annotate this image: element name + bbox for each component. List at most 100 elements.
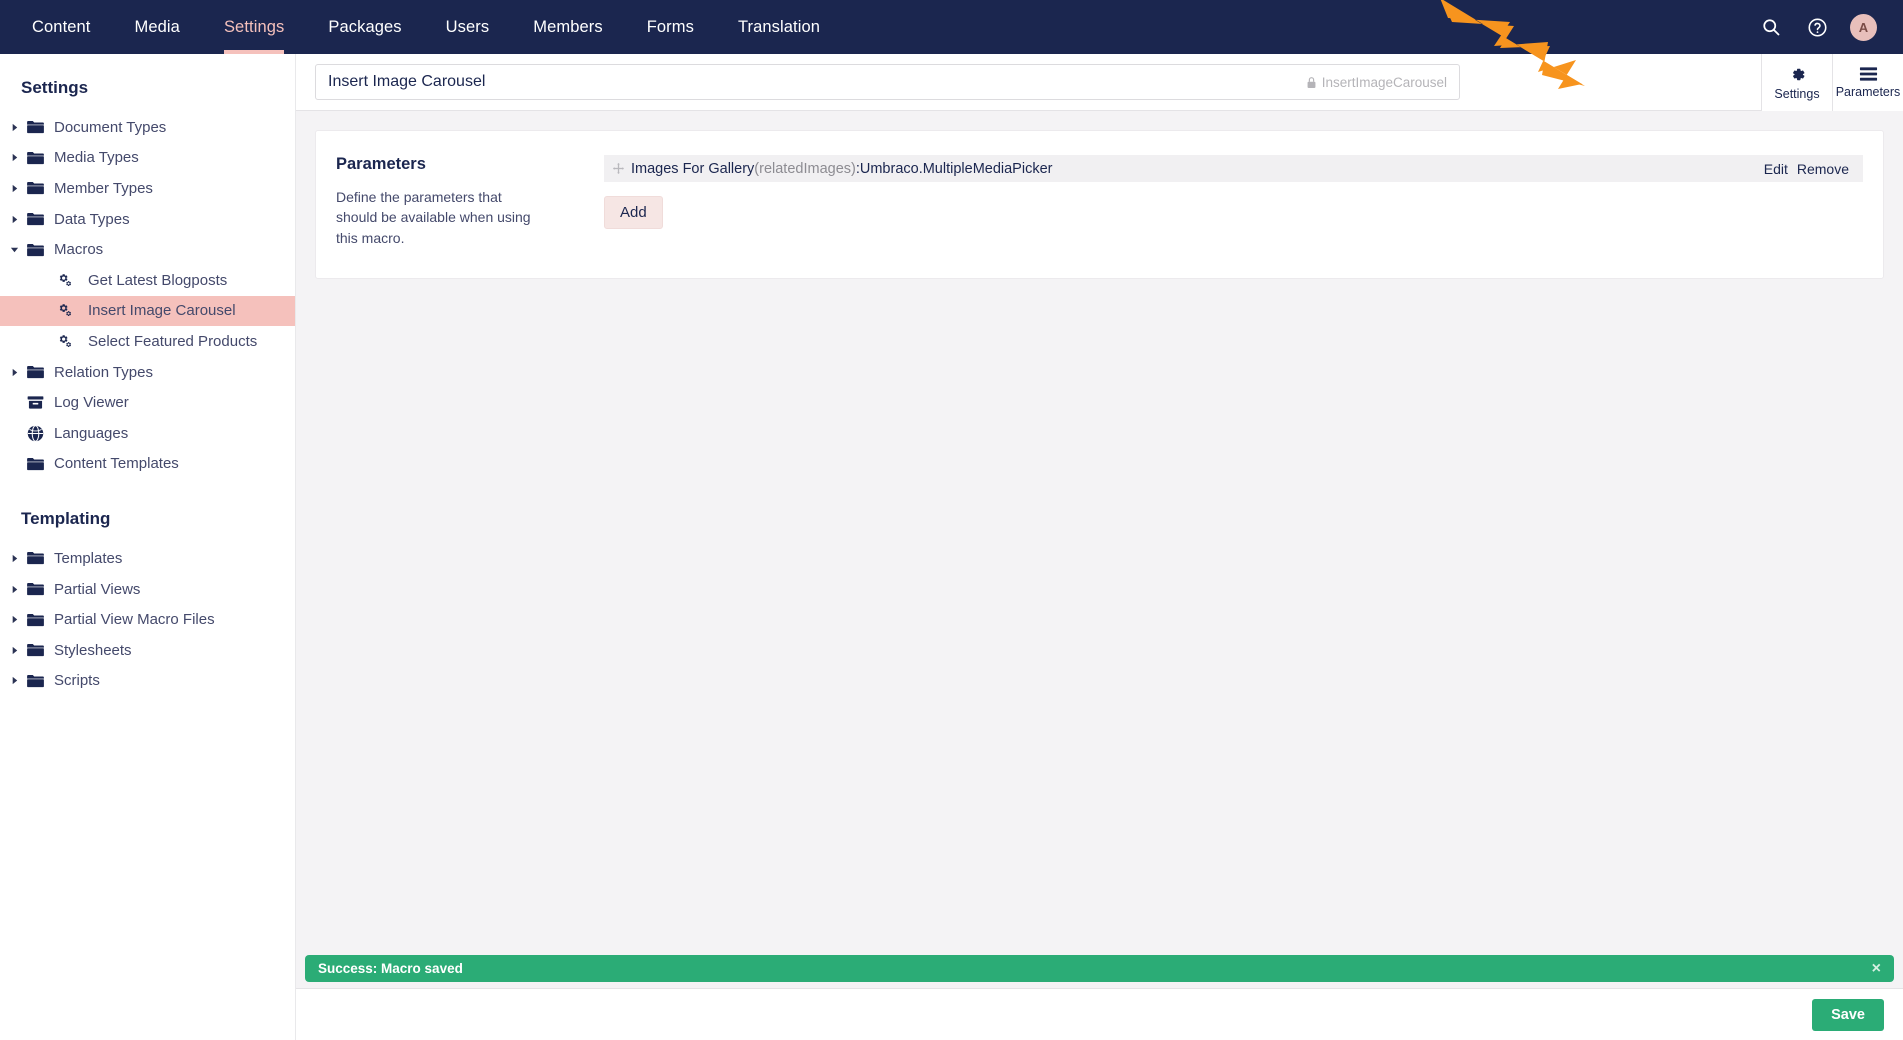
lock-icon [1306,76,1317,89]
folder-icon [22,243,48,257]
sidebar-item-log-viewer[interactable]: Log Viewer [0,387,295,418]
nav-item-packages[interactable]: Packages [306,0,423,54]
folder-icon [22,613,48,627]
sidebar-item-label: Media Types [54,149,139,166]
sidebar-item-label: Member Types [54,180,153,197]
drag-handle-icon[interactable] [613,163,624,174]
nav-item-forms[interactable]: Forms [625,0,716,54]
folder-icon [22,120,48,134]
tab-parameters-label: Parameters [1836,85,1901,99]
chevron-right-icon[interactable] [6,581,22,597]
chevron-right-icon[interactable] [6,642,22,658]
top-nav-right: A [1758,0,1903,54]
nav-item-content[interactable]: Content [10,0,113,54]
sidebar-item-partial-view-macro-files[interactable]: Partial View Macro Files [0,604,295,635]
parameters-card: Parameters Define the parameters that sh… [315,130,1884,279]
parameter-editor: Umbraco.MultipleMediaPicker [860,161,1053,177]
hamburger-icon [1859,66,1878,82]
nav-item-settings[interactable]: Settings [202,0,306,54]
parameters-card-left: Parameters Define the parameters that sh… [336,153,604,248]
log-icon [22,395,48,410]
folder-icon [22,457,48,471]
sidebar-item-languages[interactable]: Languages [0,418,295,449]
folder-icon [22,551,48,565]
avatar[interactable]: A [1850,14,1877,41]
tab-parameters[interactable]: Parameters [1832,54,1903,111]
success-notification: Success: Macro saved × [305,955,1894,982]
chevron-right-icon[interactable] [6,211,22,227]
tab-settings[interactable]: Settings [1761,54,1832,111]
footer-bar: Save [296,988,1903,1040]
sidebar-item-get-latest-blogposts[interactable]: Get Latest Blogposts [0,265,295,296]
edit-parameter-link[interactable]: Edit [1764,161,1788,177]
editor-tabs: Settings Parameters [1761,54,1903,111]
chevron-right-icon[interactable] [6,119,22,135]
remove-parameter-link[interactable]: Remove [1797,161,1849,177]
sidebar-item-label: Insert Image Carousel [88,302,236,319]
top-nav-items: ContentMediaSettingsPackagesUsersMembers… [10,0,842,54]
sidebar-item-content-templates[interactable]: Content Templates [0,449,295,480]
sidebar-item-label: Document Types [54,119,166,136]
parameter-name: Images For Gallery [631,161,754,177]
sidebar-item-stylesheets[interactable]: Stylesheets [0,635,295,666]
add-parameter-button[interactable]: Add [604,196,663,229]
folder-icon [22,212,48,226]
chevron-right-icon[interactable] [6,550,22,566]
nav-item-users[interactable]: Users [424,0,512,54]
top-navigation: ContentMediaSettingsPackagesUsersMembers… [0,0,1903,54]
sidebar-item-label: Partial Views [54,581,140,598]
chevron-right-icon[interactable] [6,673,22,689]
umbraco-backoffice: ContentMediaSettingsPackagesUsersMembers… [0,0,1903,1040]
save-button[interactable]: Save [1812,999,1884,1031]
help-icon[interactable] [1804,14,1830,40]
sidebar-item-scripts[interactable]: Scripts [0,666,295,697]
chevron-right-icon[interactable] [6,150,22,166]
sidebar-item-media-types[interactable]: Media Types [0,143,295,174]
macro-alias: InsertImageCarousel [1306,75,1447,90]
sidebar-item-label: Content Templates [54,455,179,472]
nav-item-media[interactable]: Media [113,0,202,54]
folder-icon [22,582,48,596]
chevron-right-icon[interactable] [6,612,22,628]
folder-icon [22,365,48,379]
close-icon[interactable]: × [1872,961,1881,977]
sidebar-item-insert-image-carousel[interactable]: Insert Image Carousel [0,296,295,327]
sidebar-item-label: Data Types [54,211,130,228]
sidebar-item-document-types[interactable]: Document Types [0,112,295,143]
parameter-list: Images For Gallery (relatedImages): Umbr… [604,155,1863,182]
sidebar-item-partial-views[interactable]: Partial Views [0,574,295,605]
nav-item-translation[interactable]: Translation [716,0,842,54]
sidebar-item-templates[interactable]: Templates [0,543,295,574]
parameter-alias: (relatedImages) [754,161,856,177]
chevron-right-icon[interactable] [6,364,22,380]
parameter-actions: Edit Remove [1764,161,1849,177]
sidebar-item-label: Languages [54,425,128,442]
nav-item-members[interactable]: Members [511,0,624,54]
sidebar: Settings Document Types Media Types Member… [0,54,296,1040]
macro-alias-text: InsertImageCarousel [1322,75,1447,90]
sidebar-item-label: Get Latest Blogposts [88,272,227,289]
sidebar-title: Settings [0,54,295,112]
folder-icon [22,181,48,195]
gear-icon [1788,65,1807,84]
sidebar-item-data-types[interactable]: Data Types [0,204,295,235]
chevron-right-icon[interactable] [6,180,22,196]
sidebar-item-label: Log Viewer [54,394,129,411]
search-icon[interactable] [1758,14,1784,40]
parameters-title: Parameters [336,155,604,174]
chevron-down-icon[interactable] [6,242,22,258]
macro-name-field[interactable]: InsertImageCarousel [315,64,1460,100]
templating-section-title: Templating [0,479,295,543]
macro-icon [52,273,78,288]
parameter-row[interactable]: Images For Gallery (relatedImages): Umbr… [604,155,1863,182]
notification-message: Success: Macro saved [318,961,463,976]
macro-name-input[interactable] [328,73,1208,91]
sidebar-item-macros[interactable]: Macros [0,234,295,265]
sidebar-item-member-types[interactable]: Member Types [0,173,295,204]
sidebar-item-label: Partial View Macro Files [54,611,215,628]
content-area: Parameters Define the parameters that sh… [296,111,1903,279]
sidebar-item-label: Templates [54,550,122,567]
folder-icon [22,643,48,657]
sidebar-item-select-featured-products[interactable]: Select Featured Products [0,326,295,357]
sidebar-item-relation-types[interactable]: Relation Types [0,357,295,388]
